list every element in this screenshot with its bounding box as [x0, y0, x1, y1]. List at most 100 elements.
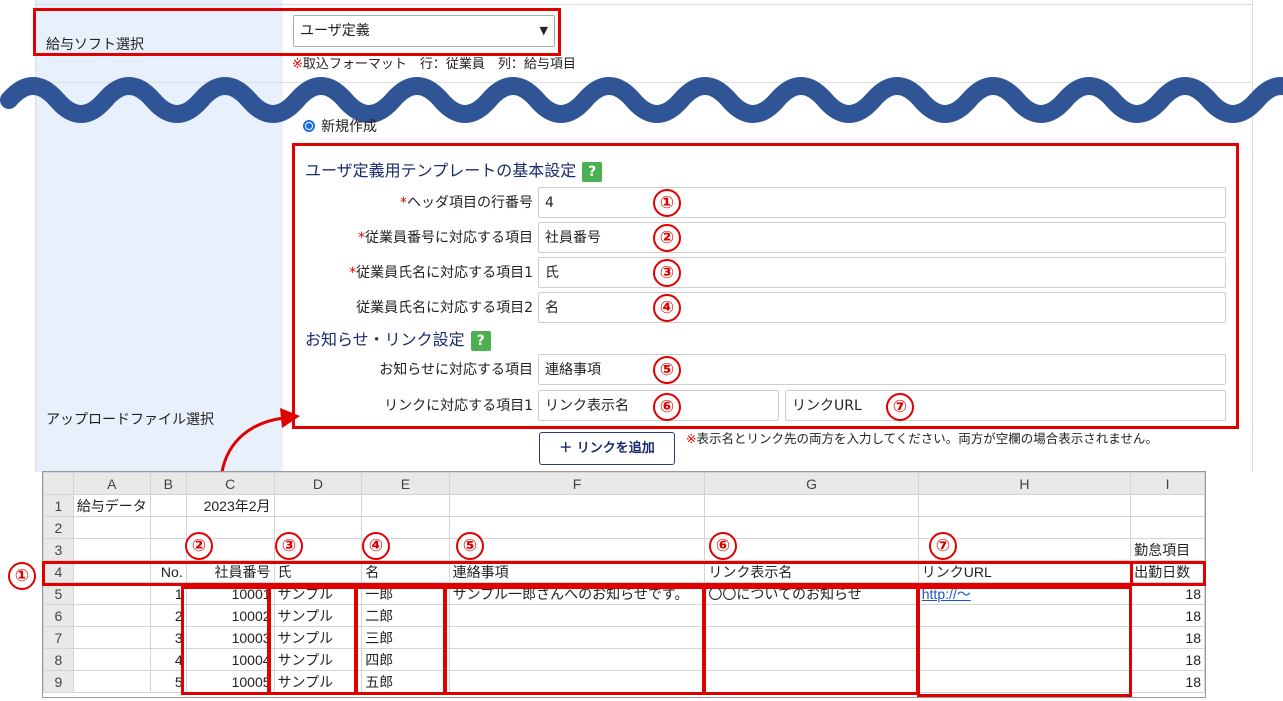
field-input[interactable]: 名	[538, 292, 1226, 323]
required-mark: *	[400, 195, 407, 211]
payroll-select-value: ユーザ定義	[300, 23, 370, 39]
cell[interactable]: 18	[1130, 626, 1205, 649]
cell[interactable]: 給与データ	[72, 494, 151, 517]
field-input[interactable]: 社員番号	[538, 222, 1226, 253]
row-marker-1: ①	[8, 562, 36, 590]
field-input[interactable]: 氏	[538, 257, 1226, 288]
field-label: *従業員番号に対応する項目	[300, 227, 533, 247]
cell[interactable]	[448, 538, 706, 561]
note-mark: ※	[292, 57, 303, 72]
cell[interactable]	[448, 516, 706, 539]
row-header[interactable]: 9	[43, 670, 74, 693]
field-label-text: 従業員氏名に対応する項目2	[356, 300, 533, 316]
cell[interactable]	[448, 494, 706, 517]
select-all-corner[interactable]	[43, 472, 74, 495]
cell[interactable]	[1130, 494, 1205, 517]
column-header[interactable]: I	[1130, 472, 1205, 495]
row-header[interactable]: 3	[43, 538, 74, 561]
column-header[interactable]: D	[273, 472, 363, 495]
help-icon[interactable]: ?	[470, 330, 491, 351]
radio-new-label: 新規作成	[321, 119, 377, 135]
cell[interactable]	[72, 626, 151, 649]
cell[interactable]	[72, 538, 151, 561]
cell[interactable]	[72, 670, 151, 693]
wave-separator	[0, 77, 1283, 123]
cell[interactable]	[704, 538, 919, 561]
marker-7: ⑦	[886, 393, 914, 421]
payroll-select[interactable]: ユーザ定義 ▼	[293, 15, 555, 47]
notice-heading: お知らせ・リンク設定?	[305, 326, 491, 351]
row-header[interactable]: 6	[43, 604, 74, 627]
row-header[interactable]: 1	[43, 494, 74, 517]
field-input[interactable]: 4	[538, 187, 1226, 218]
field-label-text: 従業員氏名に対応する項目1	[356, 265, 533, 281]
field-label: *従業員氏名に対応する項目1	[300, 262, 533, 282]
cell[interactable]	[704, 516, 919, 539]
col-marker-6: ⑥	[709, 532, 737, 560]
marker-6: ⑥	[653, 393, 681, 421]
row-header[interactable]: 2	[43, 516, 74, 539]
column-header[interactable]: C	[185, 472, 275, 495]
col-marker-2: ②	[185, 532, 213, 560]
field-label: 従業員氏名に対応する項目2	[300, 297, 533, 317]
cell[interactable]: 18	[1130, 670, 1205, 693]
cell[interactable]: 2023年2月	[185, 494, 275, 517]
upload-label: アップロードファイル選択	[46, 412, 214, 428]
cell[interactable]: 18	[1130, 648, 1205, 671]
cell[interactable]	[72, 604, 151, 627]
cell[interactable]	[149, 538, 187, 561]
cell[interactable]	[72, 648, 151, 671]
col-marker-3: ③	[275, 532, 303, 560]
column-header[interactable]: H	[917, 472, 1132, 495]
notice-field-label: お知らせに対応する項目	[379, 362, 533, 378]
column-header[interactable]: A	[72, 472, 151, 495]
payroll-label: 給与ソフト選択	[46, 37, 144, 53]
required-mark: *	[358, 230, 365, 246]
column-header[interactable]: E	[361, 472, 450, 495]
marker-4: ④	[653, 294, 681, 322]
col-c-highlight	[181, 586, 270, 695]
help-icon[interactable]: ?	[582, 161, 603, 182]
column-header[interactable]: B	[149, 472, 187, 495]
row-header[interactable]: 8	[43, 648, 74, 671]
curved-arrow	[220, 408, 300, 473]
chevron-down-icon: ▼	[539, 24, 548, 37]
table-row: 3 勤怠項目	[43, 538, 1205, 561]
marker-2: ②	[653, 224, 681, 252]
col-e-highlight	[355, 586, 446, 695]
table-row: 2	[43, 516, 1205, 539]
add-link-button[interactable]: ＋ リンクを追加	[539, 432, 675, 465]
notice-field-input[interactable]: 連絡事項	[538, 354, 1226, 385]
notice-heading-text: お知らせ・リンク設定	[305, 330, 465, 349]
header-row-highlight	[42, 561, 1206, 586]
col-marker-5: ⑤	[456, 532, 484, 560]
radio-new[interactable]: 新規作成	[303, 116, 377, 136]
cell[interactable]	[149, 516, 187, 539]
marker-5: ⑤	[653, 356, 681, 384]
payroll-note-text: 取込フォーマット 行：従業員 列：給与項目	[302, 57, 576, 72]
field-label: *ヘッダ項目の行番号	[300, 192, 533, 212]
cell[interactable]	[1130, 516, 1205, 539]
link-url-input[interactable]: リンクURL	[785, 390, 1226, 421]
col-marker-7: ⑦	[929, 532, 957, 560]
cell[interactable]	[361, 494, 450, 517]
column-header[interactable]: F	[448, 472, 706, 495]
cell[interactable]: 18	[1130, 604, 1205, 627]
radio-selected-icon	[303, 120, 315, 132]
col-h-highlight	[917, 586, 1132, 697]
link-field-label: リンクに対応する項目1	[384, 398, 533, 414]
template-heading: ユーザ定義用テンプレートの基本設定?	[305, 157, 603, 182]
col-d-highlight	[268, 586, 357, 695]
row-header[interactable]: 7	[43, 626, 74, 649]
cell[interactable]	[917, 494, 1132, 517]
cell[interactable]	[273, 494, 363, 517]
link-note: ※表示名とリンク先の両方を入力してください。両方が空欄の場合表示されません。	[686, 430, 1216, 448]
marker-1: ①	[653, 189, 681, 217]
cell[interactable]	[704, 494, 919, 517]
cell[interactable]	[149, 494, 187, 517]
template-heading-text: ユーザ定義用テンプレートの基本設定	[305, 161, 577, 180]
note-mark: ※	[686, 431, 697, 446]
cell[interactable]: 勤怠項目	[1130, 538, 1205, 561]
cell[interactable]	[72, 516, 151, 539]
column-header[interactable]: G	[704, 472, 919, 495]
